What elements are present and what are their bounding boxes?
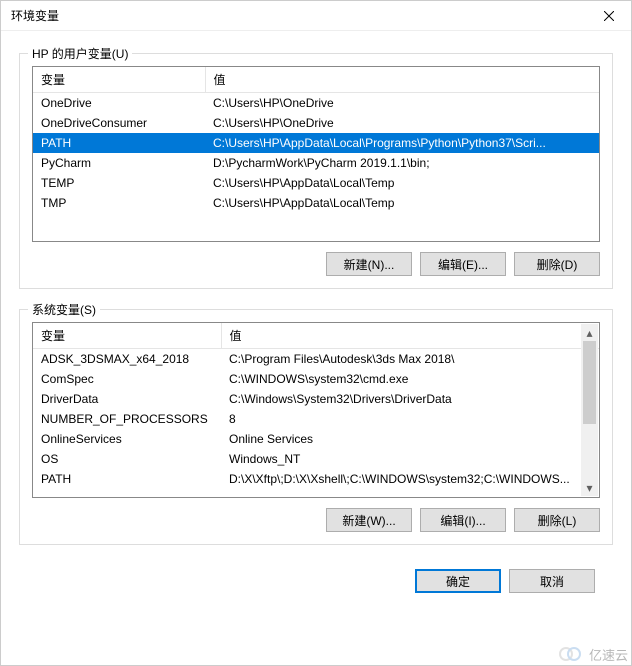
cell-variable: PATH [33,133,205,153]
table-row[interactable]: OSWindows_NT [33,449,599,469]
system-scrollbar[interactable]: ▴ ▾ [581,324,598,496]
table-row[interactable]: OneDriveC:\Users\HP\OneDrive [33,93,599,114]
table-row[interactable]: PATHC:\Users\HP\AppData\Local\Programs\P… [33,133,599,153]
cell-value: C:\Program Files\Autodesk\3ds Max 2018\ [221,349,599,370]
cell-variable: TEMP [33,173,205,193]
cell-variable: OneDrive [33,93,205,114]
col-header-value[interactable]: 值 [205,67,599,93]
system-vars-table-wrap: 变量 值 ADSK_3DSMAX_x64_2018C:\Program File… [32,322,600,498]
cell-variable: DriverData [33,389,221,409]
cell-value: C:\Users\HP\AppData\Local\Programs\Pytho… [205,133,599,153]
cell-variable: ComSpec [33,369,221,389]
window-title: 环境变量 [11,7,59,24]
table-row[interactable]: DriverDataC:\Windows\System32\Drivers\Dr… [33,389,599,409]
cell-variable: OneDriveConsumer [33,113,205,133]
table-row[interactable]: OneDriveConsumerC:\Users\HP\OneDrive [33,113,599,133]
table-row[interactable]: PATHD:\X\Xftp\;D:\X\Xshell\;C:\WINDOWS\s… [33,469,599,489]
cell-variable: OnlineServices [33,429,221,449]
table-row[interactable]: OnlineServicesOnline Services [33,429,599,449]
cell-value: D:\PycharmWork\PyCharm 2019.1.1\bin; [205,153,599,173]
cell-variable: TMP [33,193,205,213]
table-row[interactable]: ComSpecC:\WINDOWS\system32\cmd.exe [33,369,599,389]
user-vars-group: HP 的用户变量(U) 变量 值 OneDriveC:\Users\HP\One… [19,53,613,289]
cell-variable: ADSK_3DSMAX_x64_2018 [33,349,221,370]
scroll-thumb[interactable] [583,341,596,424]
cell-value: D:\X\Xftp\;D:\X\Xshell\;C:\WINDOWS\syste… [221,469,599,489]
cell-variable: NUMBER_OF_PROCESSORS [33,409,221,429]
cell-value: C:\Users\HP\OneDrive [205,113,599,133]
dialog-button-row: 确定 取消 [19,561,613,593]
cell-value: C:\Users\HP\AppData\Local\Temp [205,193,599,213]
dialog-content: HP 的用户变量(U) 变量 值 OneDriveC:\Users\HP\One… [1,31,631,665]
cell-value: Windows_NT [221,449,599,469]
table-row[interactable]: NUMBER_OF_PROCESSORS8 [33,409,599,429]
user-new-button[interactable]: 新建(N)... [326,252,412,276]
env-vars-dialog: 环境变量 HP 的用户变量(U) 变量 值 OneDriveC:\Users\H… [0,0,632,666]
user-vars-label: HP 的用户变量(U) [28,45,132,62]
system-vars-label: 系统变量(S) [28,301,100,318]
close-icon [604,11,614,21]
user-vars-buttons: 新建(N)... 编辑(E)... 删除(D) [32,252,600,276]
table-row[interactable]: TMPC:\Users\HP\AppData\Local\Temp [33,193,599,213]
ok-button[interactable]: 确定 [415,569,501,593]
cell-variable: PyCharm [33,153,205,173]
table-row[interactable]: ADSK_3DSMAX_x64_2018C:\Program Files\Aut… [33,349,599,370]
system-edit-button[interactable]: 编辑(I)... [420,508,506,532]
titlebar: 环境变量 [1,1,631,31]
table-header-row: 变量 值 [33,323,599,349]
cell-value: C:\Users\HP\AppData\Local\Temp [205,173,599,193]
system-vars-group: 系统变量(S) 变量 值 ADSK_3DSMAX_x64_2018C:\Prog… [19,309,613,545]
system-delete-button[interactable]: 删除(L) [514,508,600,532]
cell-variable: OS [33,449,221,469]
scroll-up-icon[interactable]: ▴ [581,324,598,341]
cell-value: C:\WINDOWS\system32\cmd.exe [221,369,599,389]
close-button[interactable] [586,1,631,31]
cancel-button[interactable]: 取消 [509,569,595,593]
cell-value: C:\Users\HP\OneDrive [205,93,599,114]
user-edit-button[interactable]: 编辑(E)... [420,252,506,276]
cell-value: Online Services [221,429,599,449]
user-vars-table[interactable]: 变量 值 OneDriveC:\Users\HP\OneDriveOneDriv… [33,67,599,213]
scroll-track[interactable] [581,341,598,479]
table-row[interactable]: PyCharmD:\PycharmWork\PyCharm 2019.1.1\b… [33,153,599,173]
col-header-value[interactable]: 值 [221,323,599,349]
table-header-row: 变量 值 [33,67,599,93]
cell-value: 8 [221,409,599,429]
cell-variable: PATH [33,469,221,489]
table-row[interactable]: TEMPC:\Users\HP\AppData\Local\Temp [33,173,599,193]
user-vars-table-wrap: 变量 值 OneDriveC:\Users\HP\OneDriveOneDriv… [32,66,600,242]
system-vars-buttons: 新建(W)... 编辑(I)... 删除(L) [32,508,600,532]
scroll-down-icon[interactable]: ▾ [581,479,598,496]
system-new-button[interactable]: 新建(W)... [326,508,412,532]
col-header-variable[interactable]: 变量 [33,323,221,349]
user-delete-button[interactable]: 删除(D) [514,252,600,276]
system-vars-table[interactable]: 变量 值 ADSK_3DSMAX_x64_2018C:\Program File… [33,323,599,489]
cell-value: C:\Windows\System32\Drivers\DriverData [221,389,599,409]
col-header-variable[interactable]: 变量 [33,67,205,93]
